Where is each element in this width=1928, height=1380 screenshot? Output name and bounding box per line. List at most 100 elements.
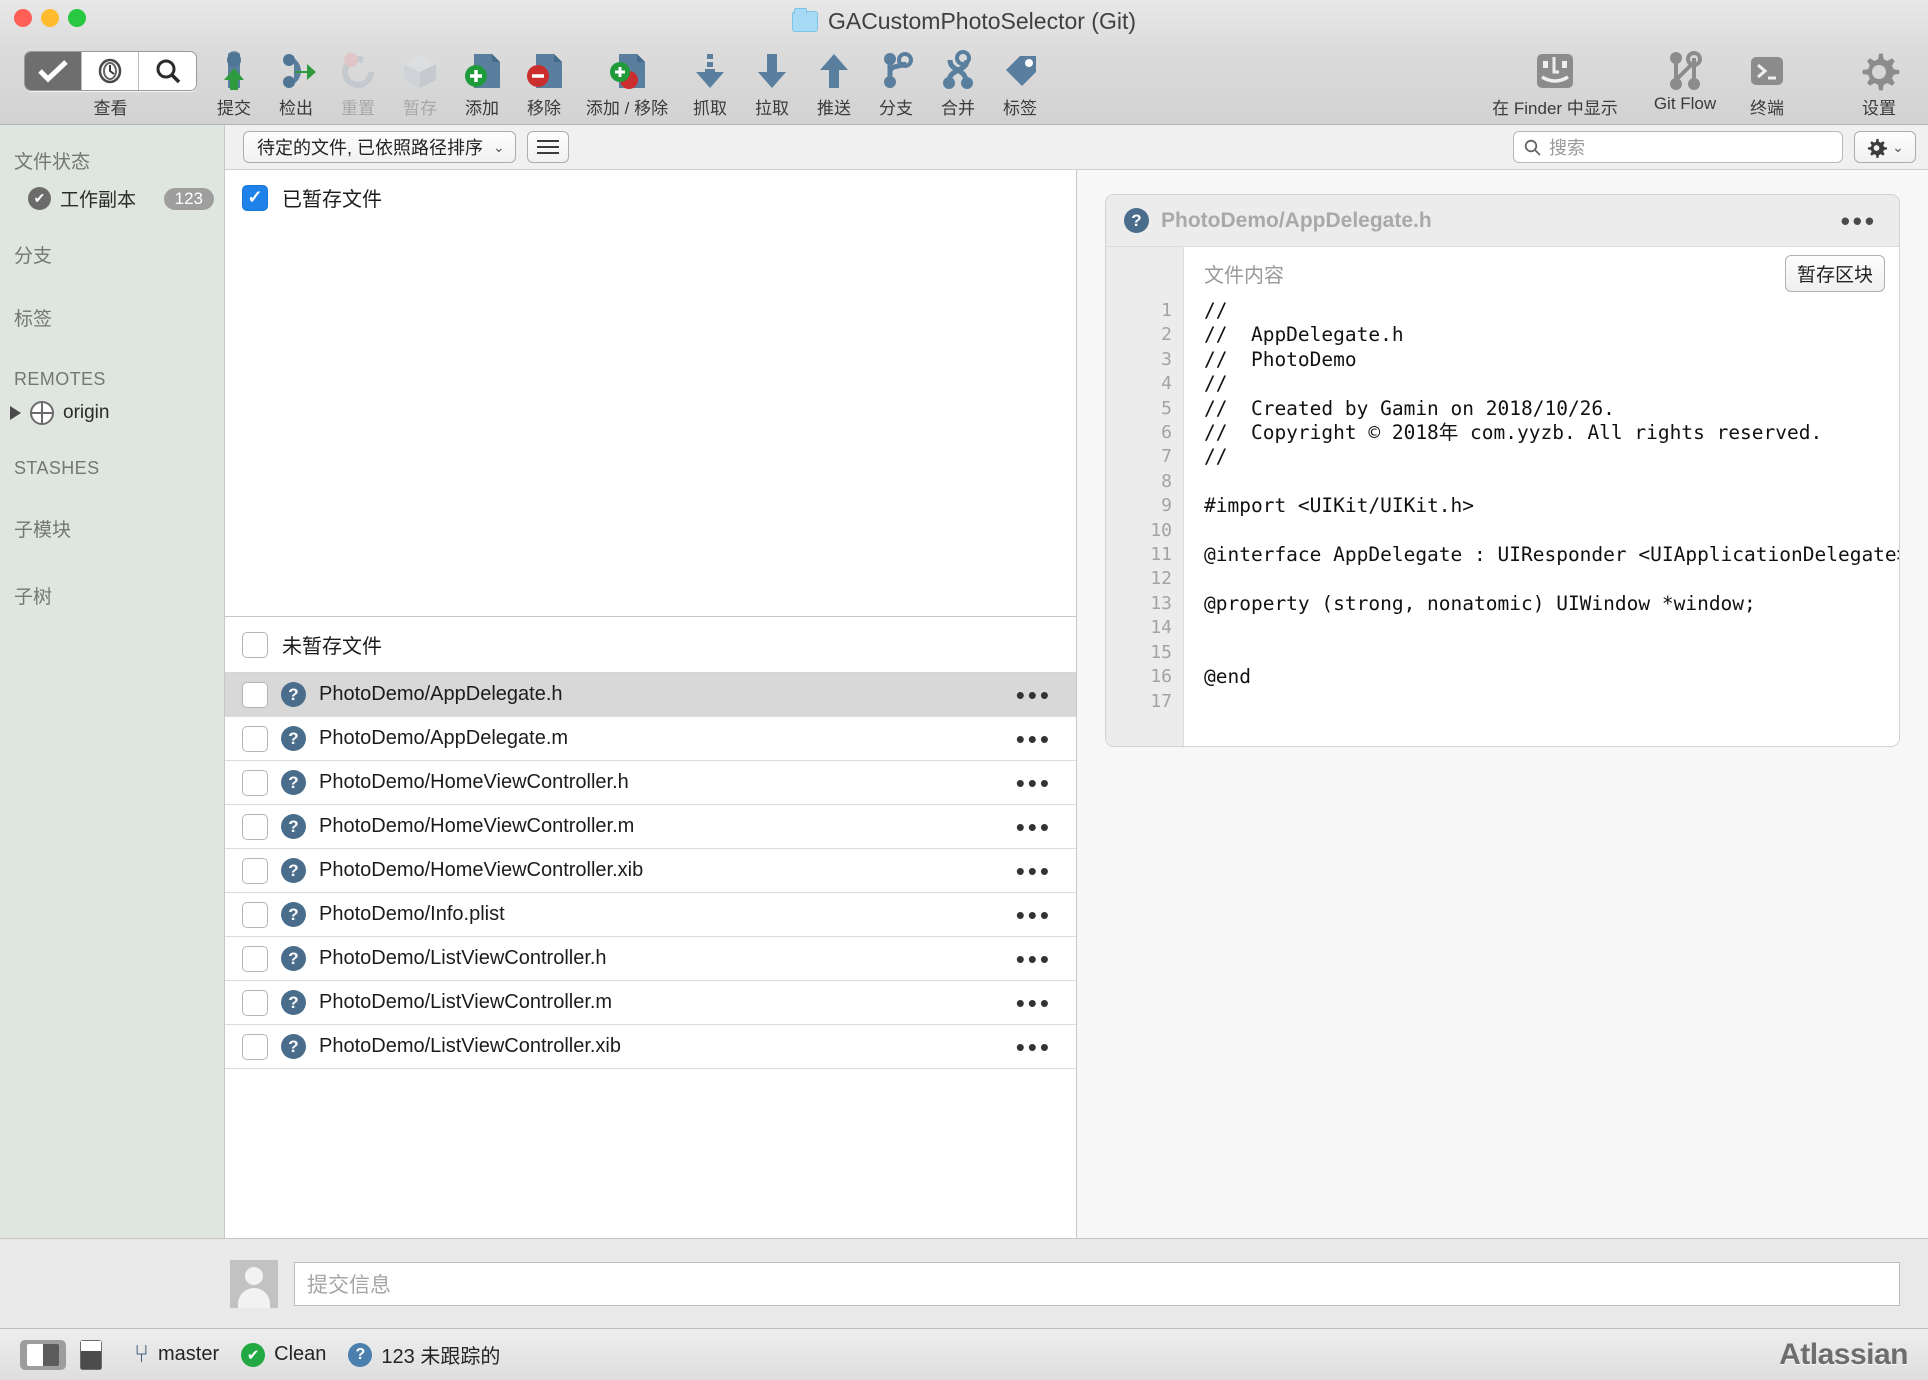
ellipsis-icon[interactable]: ••• xyxy=(1002,814,1076,840)
sort-order-dropdown[interactable]: 待定的文件, 已依照路径排序 ⌄ xyxy=(243,131,516,163)
file-path-label: PhotoDemo/AppDelegate.h xyxy=(319,683,563,705)
table-row[interactable]: ? PhotoDemo/AppDelegate.m ••• xyxy=(225,717,1076,761)
question-status-icon: ? xyxy=(281,858,306,883)
table-row[interactable]: ? PhotoDemo/ListViewController.h ••• xyxy=(225,937,1076,981)
ellipsis-icon[interactable]: ••• xyxy=(1002,726,1076,752)
toolbar-button-terminal[interactable]: 终端 xyxy=(1736,47,1798,119)
checkout-icon xyxy=(276,49,316,93)
line-number: 4 xyxy=(1161,373,1172,395)
toolbar-button-git-flow[interactable]: Git Flow xyxy=(1634,47,1736,114)
diff-header: ? PhotoDemo/AppDelegate.h ••• xyxy=(1106,195,1899,247)
diff-code-text[interactable]: // // AppDelegate.h // PhotoDemo // // C… xyxy=(1184,299,1899,690)
branch-icon xyxy=(877,49,915,93)
file-stage-checkbox[interactable] xyxy=(242,901,268,928)
toolbar-button-checkout[interactable]: 检出 xyxy=(265,47,327,119)
file-stage-checkbox[interactable] xyxy=(242,681,268,708)
file-path-label: PhotoDemo/HomeViewController.h xyxy=(319,771,629,793)
file-stage-checkbox[interactable] xyxy=(242,769,268,796)
toolbar-button-pull[interactable]: 拉取 xyxy=(741,47,803,119)
unstaged-files-area: 未暂存文件 ? PhotoDemo/AppDelegate.h •••? PhotoD… xyxy=(225,617,1076,1238)
line-number: 14 xyxy=(1150,617,1172,639)
status-branch[interactable]: ⑂ master xyxy=(134,1342,219,1367)
sidebar-item-working-copy[interactable]: ✔ 工作副本 123 xyxy=(0,180,224,217)
unstaged-files-label: 未暂存文件 xyxy=(282,636,382,658)
ellipsis-icon[interactable]: ••• xyxy=(1002,990,1076,1016)
sidebar-section-branches[interactable]: 分支 xyxy=(0,235,224,274)
stage-hunk-button[interactable]: 暂存区块 xyxy=(1784,254,1885,292)
filter-settings-button[interactable]: ⌄ xyxy=(1854,131,1916,163)
unstaged-file-rows: ? PhotoDemo/AppDelegate.h •••? PhotoDemo/Ap… xyxy=(225,673,1076,1069)
line-number: 2 xyxy=(1161,324,1172,346)
ellipsis-icon[interactable]: ••• xyxy=(1002,946,1076,972)
table-row[interactable]: ? PhotoDemo/HomeViewController.m ••• xyxy=(225,805,1076,849)
sidebar-section-subtrees[interactable]: 子树 xyxy=(0,576,224,615)
stash-icon xyxy=(399,49,441,93)
staged-files-area: ✓ 已暂存文件 xyxy=(225,170,1076,617)
commit-message-input[interactable]: 提交信息 xyxy=(294,1261,1900,1306)
staged-files-checkbox[interactable]: ✓ xyxy=(242,184,268,211)
view-search-icon[interactable] xyxy=(139,52,196,90)
toolbar-button-push[interactable]: 推送 xyxy=(803,47,865,119)
sidebar-item-remote-origin[interactable]: origin xyxy=(0,396,224,430)
chevron-down-icon: ⌄ xyxy=(493,138,505,155)
toolbar-button-branch[interactable]: 分支 xyxy=(865,47,927,119)
table-row[interactable]: ? PhotoDemo/AppDelegate.h ••• xyxy=(225,673,1076,717)
table-row[interactable]: ? PhotoDemo/Info.plist ••• xyxy=(225,893,1076,937)
file-stage-checkbox[interactable] xyxy=(242,725,268,752)
question-status-icon: ? xyxy=(281,902,306,927)
table-row[interactable]: ? PhotoDemo/HomeViewController.h ••• xyxy=(225,761,1076,805)
table-row[interactable]: ? PhotoDemo/HomeViewController.xib ••• xyxy=(225,849,1076,893)
ellipsis-icon[interactable]: ••• xyxy=(1002,1034,1076,1060)
toolbar-label: 重置 xyxy=(341,99,375,118)
ellipsis-icon[interactable]: ••• xyxy=(1002,858,1076,884)
list-view-button[interactable] xyxy=(526,131,569,163)
file-stage-checkbox[interactable] xyxy=(242,1033,268,1060)
disclosure-triangle-icon[interactable] xyxy=(10,406,21,420)
check-circle-icon: ✔ xyxy=(28,187,51,210)
table-row[interactable]: ? PhotoDemo/ListViewController.m ••• xyxy=(225,981,1076,1025)
file-stage-checkbox[interactable] xyxy=(242,945,268,972)
sourcetree-window: GACustomPhotoSelector (Git) 查看 提交 检出 重置 … xyxy=(0,0,1928,1380)
panel-toggle-icon[interactable] xyxy=(80,1339,102,1370)
ellipsis-icon[interactable]: ••• xyxy=(1002,682,1076,708)
toolbar-button-merge[interactable]: 合并 xyxy=(927,47,989,119)
folder-icon xyxy=(791,8,818,32)
file-stage-checkbox[interactable] xyxy=(242,989,268,1016)
file-stage-checkbox[interactable] xyxy=(242,857,268,884)
question-circle-icon: ? xyxy=(348,1342,373,1367)
ellipsis-icon[interactable]: ••• xyxy=(1841,208,1877,234)
toolbar-button-reset[interactable]: 重置 xyxy=(327,47,389,119)
main-body: 文件状态 ✔ 工作副本 123 分支 标签 REMOTES origin STA… xyxy=(0,125,1928,1238)
toolbar-button-show-in-finder[interactable]: 在 Finder 中显示 xyxy=(1476,47,1634,119)
toolbar-button-remove[interactable]: 移除 xyxy=(513,47,575,119)
view-filestatus-icon[interactable] xyxy=(25,52,82,90)
table-row[interactable]: ? PhotoDemo/ListViewController.xib ••• xyxy=(225,1025,1076,1069)
file-stage-checkbox[interactable] xyxy=(242,813,268,840)
toolbar-button-stash[interactable]: 暂存 xyxy=(389,47,451,119)
toolbar-label: 暂存 xyxy=(403,99,437,118)
toolbar-button-fetch[interactable]: 抓取 xyxy=(679,47,741,119)
view-history-icon[interactable] xyxy=(82,52,139,90)
toolbar-button-tag[interactable]: 标签 xyxy=(989,47,1051,119)
search-input[interactable]: 搜索 xyxy=(1513,131,1843,163)
sidebar-section-submodules[interactable]: 子模块 xyxy=(0,509,224,548)
toolbar-button-add-remove[interactable]: 添加 / 移除 xyxy=(575,47,679,119)
diff-code-header: 文件内容 暂存区块 xyxy=(1184,247,1899,299)
line-number: 11 xyxy=(1150,544,1172,566)
sidebar-section-tags[interactable]: 标签 xyxy=(0,298,224,337)
toolbar-button-commit[interactable]: 提交 xyxy=(203,47,265,119)
line-number: 15 xyxy=(1150,641,1172,663)
staged-files-group-row[interactable]: ✓ 已暂存文件 xyxy=(225,170,1076,225)
sidebar-toggle-icon[interactable] xyxy=(20,1339,66,1370)
unstaged-files-group-row[interactable]: 未暂存文件 xyxy=(225,617,1076,673)
toolbar-button-add[interactable]: 添加 xyxy=(451,47,513,119)
ellipsis-icon[interactable]: ••• xyxy=(1002,902,1076,928)
toolbar-view-group[interactable]: 查看 xyxy=(18,47,203,119)
unstaged-files-checkbox[interactable] xyxy=(242,631,268,658)
sidebar-item-label: origin xyxy=(63,402,110,423)
ellipsis-icon[interactable]: ••• xyxy=(1002,770,1076,796)
toolbar-button-settings[interactable]: 设置 xyxy=(1848,47,1910,119)
view-segmented-control[interactable] xyxy=(24,51,197,91)
status-bar: ⑂ master ✔ Clean ? 123 未跟踪的 Atlassian xyxy=(0,1328,1928,1380)
sidebar-section-file-status: 文件状态 xyxy=(14,152,91,173)
